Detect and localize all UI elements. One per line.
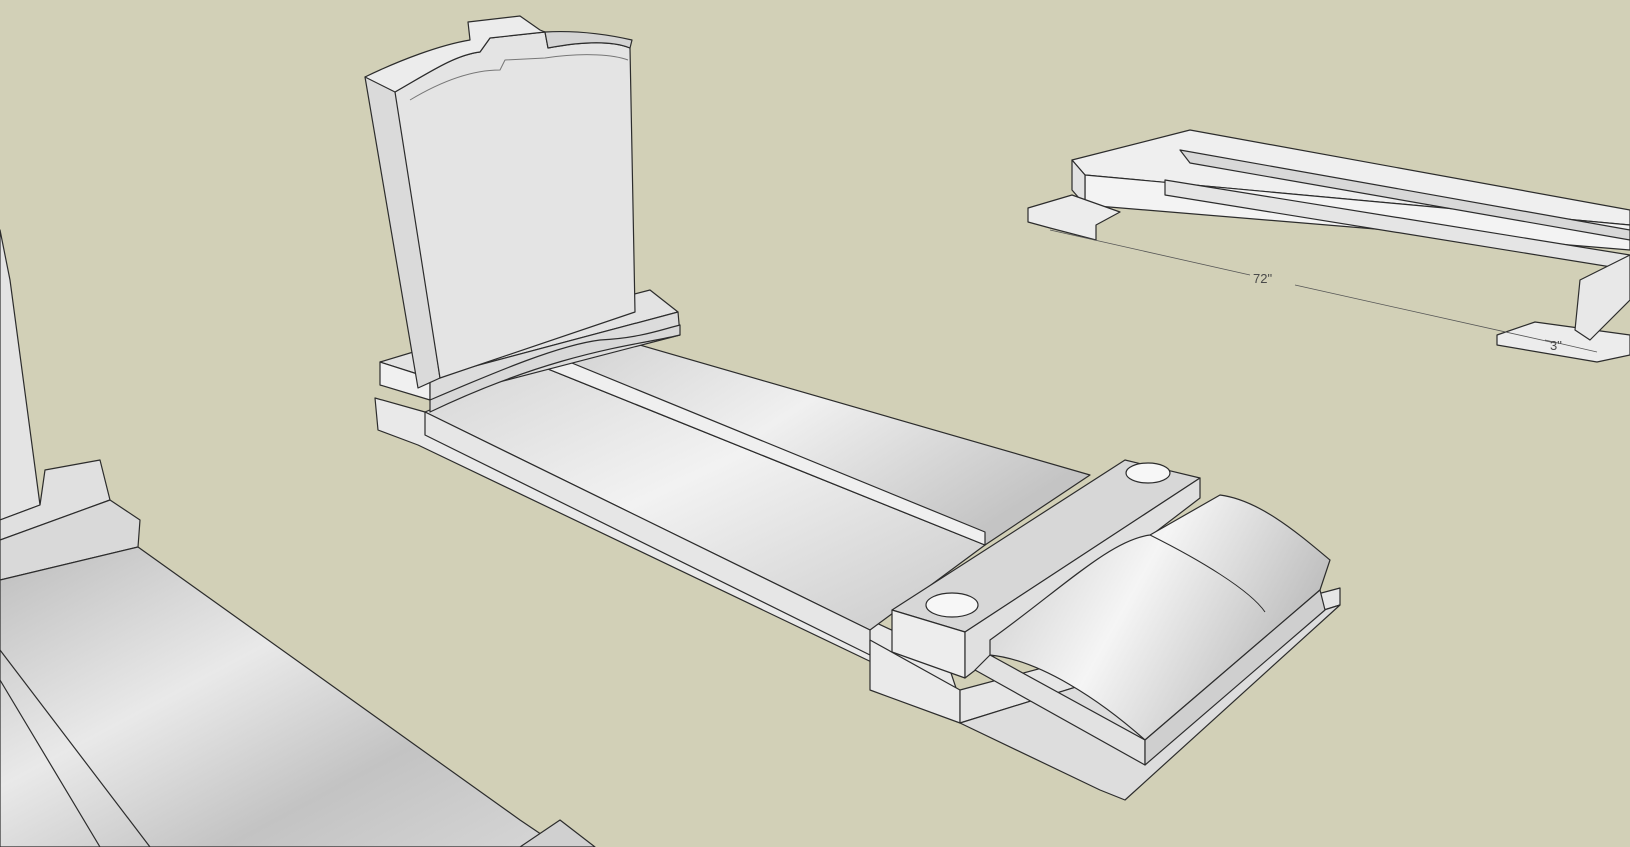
- support-block-right[interactable]: [1496, 321, 1630, 363]
- 3d-scene[interactable]: 72" 3": [0, 0, 1630, 847]
- dimension-height-label: 3": [1550, 338, 1562, 353]
- right-frame-kerb[interactable]: [1027, 129, 1630, 363]
- vase-hole-front[interactable]: [925, 592, 979, 618]
- vase-hole-back[interactable]: [1125, 462, 1171, 484]
- sketchup-viewport[interactable]: 72" 3": [0, 0, 1630, 847]
- dimension-length-label: 72": [1253, 271, 1272, 286]
